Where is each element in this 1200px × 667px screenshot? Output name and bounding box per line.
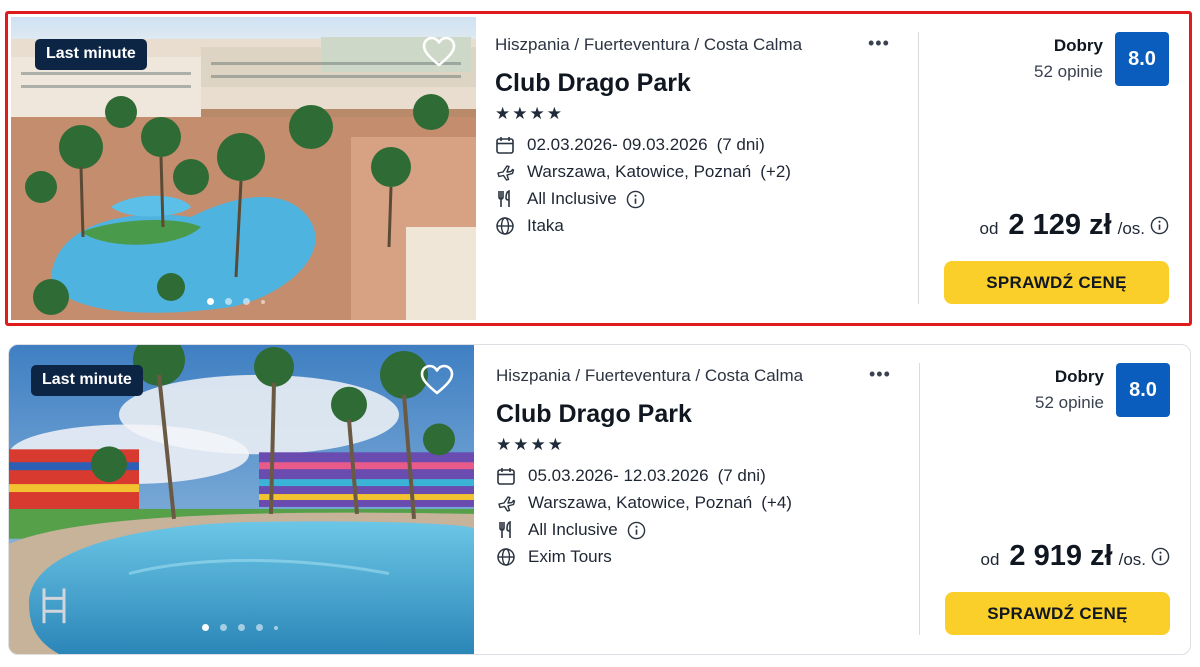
more-options-icon[interactable]: ••• [869,364,891,385]
travel-dates: 05.03.2026- 12.03.2026 [528,466,709,485]
cutlery-icon [496,520,516,540]
board-info-icon[interactable] [627,521,646,540]
price-block: od 2 129 zł /os. [979,209,1169,242]
card-divider [918,32,919,304]
tour-operator: Itaka [527,216,564,235]
hotel-stars: ★★★★ [496,435,565,454]
globe-icon [496,547,516,567]
price-amount: 2 919 zł [1009,540,1113,572]
carousel-dot[interactable] [225,298,232,305]
board-type: All Inclusive [528,520,618,539]
rating-label: Dobry [1053,36,1103,55]
carousel-dot[interactable] [261,299,265,304]
rating-score-badge: 8.0 [1116,363,1170,417]
last-minute-badge: Last minute [35,39,147,70]
hotel-name[interactable]: Club Drago Park [495,69,691,98]
calendar-icon [495,135,515,155]
travel-dates: 02.03.2026- 09.03.2026 [527,135,708,154]
cutlery-icon [495,189,515,209]
departures-row: Warszawa, Katowice, Poznań (+2) [495,162,791,182]
rating-label: Dobry [1054,367,1104,386]
price-prefix: od [979,219,999,238]
favorite-heart-icon[interactable] [420,364,454,396]
board-info-icon[interactable] [626,190,645,209]
calendar-icon [496,466,516,486]
favorite-heart-icon[interactable] [422,36,456,68]
departure-cities: Warszawa, Katowice, Poznań [527,162,752,181]
price-unit: /os. [1118,550,1146,569]
carousel-dot[interactable] [256,624,263,631]
departures-row: Warszawa, Katowice, Poznań (+4) [496,493,792,513]
price-prefix: od [980,550,1000,569]
price-info-icon[interactable] [1151,547,1170,566]
operator-row: Itaka [495,216,564,236]
trip-duration: (7 dni) [717,466,766,485]
dates-row: 05.03.2026- 12.03.2026 (7 dni) [496,466,766,486]
location-breadcrumb[interactable]: Hiszpania / Fuerteventura / Costa Calma [496,366,803,386]
offer-card-2[interactable]: Last minute Hiszpania / Fuerteventura / … [8,344,1191,655]
price-amount: 2 129 zł [1008,209,1112,241]
carousel-dot[interactable] [243,298,250,305]
rating-score-badge: 8.0 [1115,32,1169,86]
price-unit: /os. [1117,219,1145,238]
hotel-photo[interactable]: Last minute [9,345,474,654]
check-price-button[interactable]: SPRAWDŹ CENĘ [945,592,1170,635]
offer-card-1[interactable]: Last minute Hiszpania / Fuerteventura / … [5,11,1192,326]
carousel-dot[interactable] [220,624,227,631]
departure-more-count[interactable]: (+2) [760,162,791,182]
location-breadcrumb[interactable]: Hiszpania / Fuerteventura / Costa Calma [495,35,802,55]
hotel-photo[interactable]: Last minute [11,17,476,320]
plane-icon [495,162,515,182]
carousel-dot[interactable] [238,624,245,631]
hotel-stars: ★★★★ [495,104,564,123]
offer-info: Hiszpania / Fuerteventura / Costa Calma … [495,14,915,323]
last-minute-badge: Last minute [31,365,143,396]
carousel-dot[interactable] [274,625,278,630]
trip-duration: (7 dni) [716,135,765,154]
price-info-icon[interactable] [1150,216,1169,235]
hotel-name[interactable]: Club Drago Park [496,400,692,429]
board-type: All Inclusive [527,189,617,208]
departure-more-count[interactable]: (+4) [761,493,792,513]
carousel-dot[interactable] [202,624,209,631]
globe-icon [495,216,515,236]
price-block: od 2 919 zł /os. [980,540,1170,573]
offer-info: Hiszpania / Fuerteventura / Costa Calma … [496,345,916,654]
dates-row: 02.03.2026- 09.03.2026 (7 dni) [495,135,765,155]
plane-icon [496,493,516,513]
carousel-dot[interactable] [207,298,214,305]
reviews-count[interactable]: 52 opinie [1035,393,1104,413]
check-price-button[interactable]: SPRAWDŹ CENĘ [944,261,1169,304]
board-row: All Inclusive [495,189,645,209]
more-options-icon[interactable]: ••• [868,33,890,54]
reviews-count[interactable]: 52 opinie [1034,62,1103,82]
card-divider [919,363,920,635]
board-row: All Inclusive [496,520,646,540]
operator-row: Exim Tours [496,547,612,567]
tour-operator: Exim Tours [528,547,612,566]
photo-carousel-dots[interactable] [207,298,265,305]
departure-cities: Warszawa, Katowice, Poznań [528,493,753,512]
photo-carousel-dots[interactable] [202,624,278,631]
